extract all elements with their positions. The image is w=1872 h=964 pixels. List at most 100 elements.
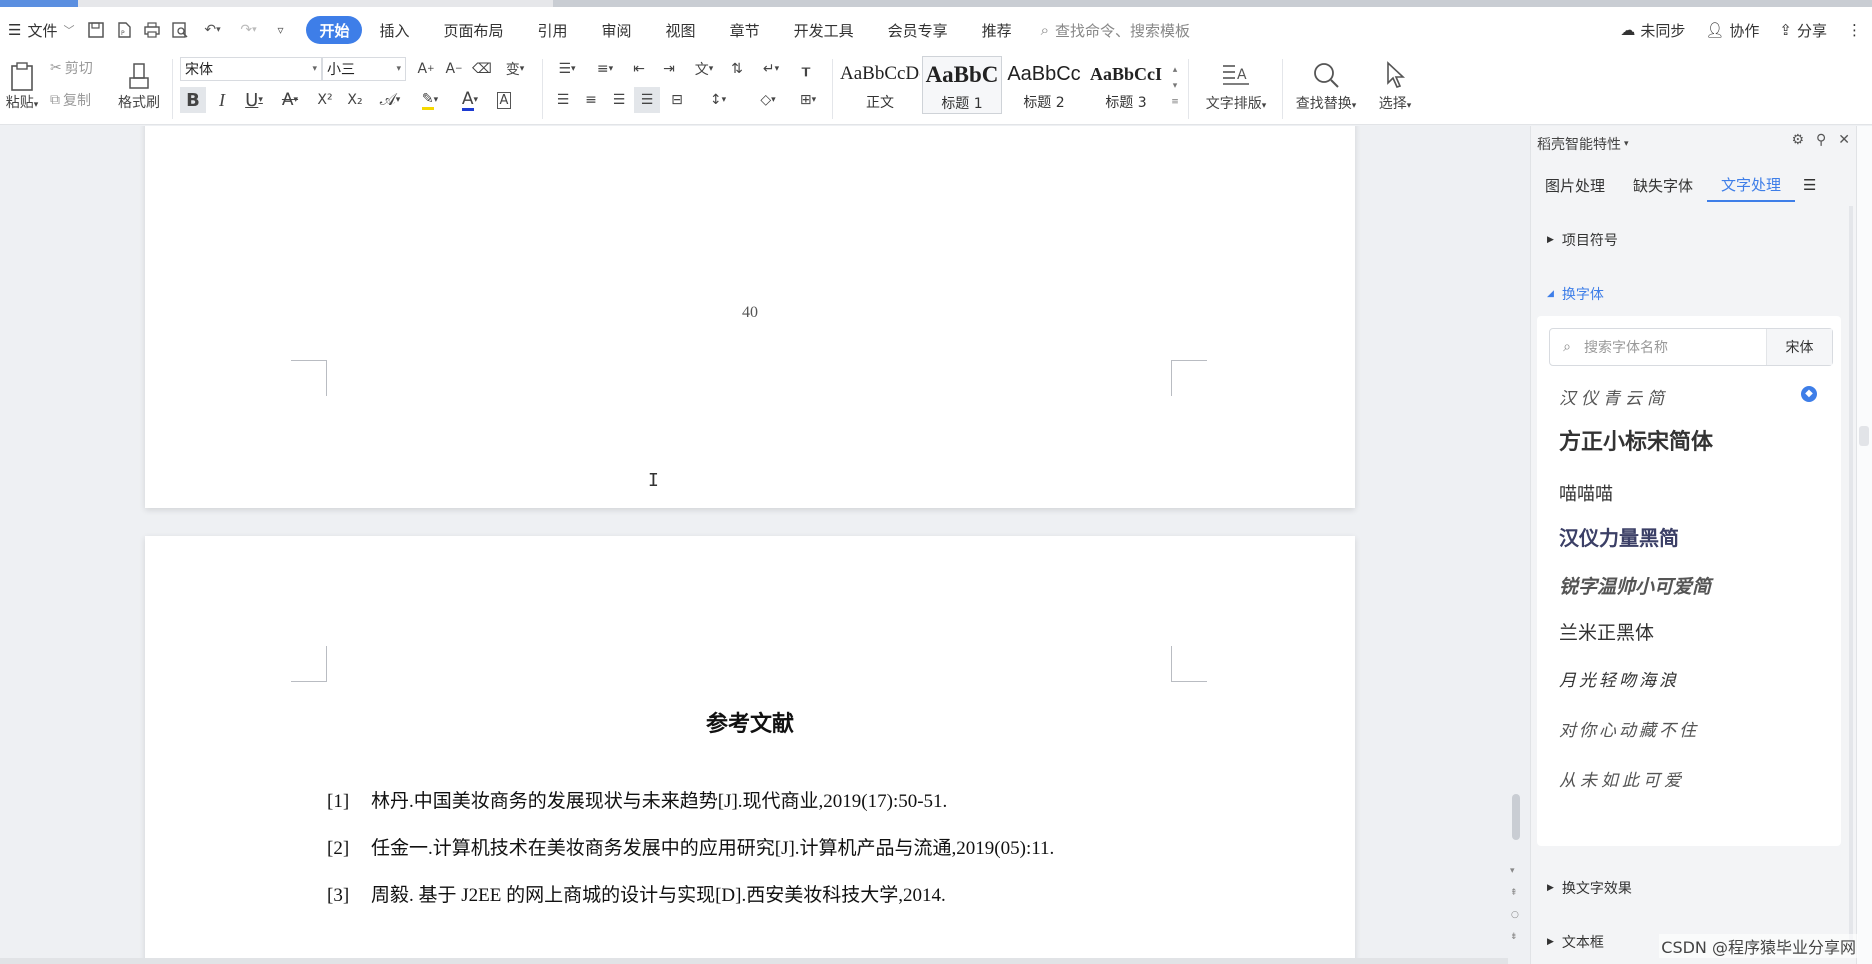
font-color-button[interactable]: A ▾: [454, 87, 486, 113]
tab-section[interactable]: 章节: [713, 16, 777, 44]
styles-scroll-icon[interactable]: ▴ ▾ ≡: [1168, 57, 1182, 115]
phonetic-guide-icon[interactable]: 变 ▾: [498, 57, 532, 81]
style-heading-3[interactable]: AaBbCcI 标题 3: [1086, 56, 1166, 114]
paste-button[interactable]: 粘贴▾: [2, 55, 42, 119]
document-scrollbar[interactable]: ▾ ⇞ ○ ⇟: [1508, 126, 1524, 964]
align-center-icon[interactable]: ≡: [578, 87, 604, 113]
font-option[interactable]: 锐字温帅小可爱简: [1559, 572, 1711, 599]
tab-references[interactable]: 引用: [521, 16, 585, 44]
style-normal[interactable]: AaBbCcDd 正文: [840, 56, 920, 114]
line-spacing-icon[interactable]: ↕ ▾: [700, 87, 736, 113]
increase-indent-icon[interactable]: ⇥: [656, 57, 682, 81]
show-marks-icon[interactable]: ↵ ▾: [754, 57, 788, 81]
copy-button[interactable]: ⧉ 复制: [50, 89, 91, 111]
text-effect-button[interactable]: 𝒜 ▾: [374, 87, 406, 113]
undo-icon[interactable]: ↶ ▾: [194, 16, 230, 44]
tab-recommend[interactable]: 推荐: [965, 16, 1029, 44]
scrollbar-thumb[interactable]: [1512, 794, 1520, 840]
tab-review[interactable]: 审阅: [585, 16, 649, 44]
clear-format-icon[interactable]: ⌫: [470, 57, 494, 81]
highlight-button[interactable]: ✎ ▾: [412, 87, 448, 113]
ruler-icon[interactable]: ┰: [792, 57, 820, 81]
document-canvas[interactable]: 40 I 参考文献 [1] 林丹.中国美妆商务的发展现状与未来趋势[J].现代商业…: [0, 126, 1508, 964]
collab-button[interactable]: 👤︎ 协作: [1705, 20, 1759, 41]
numbered-list-icon[interactable]: ≡ ▾: [588, 57, 622, 81]
bullet-list-icon[interactable]: ☰ ▾: [550, 57, 584, 81]
text-layout-button[interactable]: A 文字排版▾: [1198, 55, 1274, 119]
share-button[interactable]: ⇪ 分享: [1779, 20, 1827, 41]
pin-icon[interactable]: ⚲: [1816, 132, 1826, 148]
print-preview-icon[interactable]: [166, 16, 194, 44]
shrink-font-icon[interactable]: A −: [442, 57, 466, 81]
tab-home[interactable]: 开始: [306, 16, 363, 44]
format-painter-button[interactable]: 格式刷: [112, 55, 166, 119]
scroll-down-icon[interactable]: ▾: [1510, 866, 1515, 876]
tab-missing-fonts[interactable]: 缺失字体: [1619, 168, 1707, 202]
font-name-select[interactable]: 宋体 ▾: [180, 57, 322, 81]
save-icon[interactable]: [82, 16, 110, 44]
next-page-icon[interactable]: ⇟: [1510, 932, 1518, 942]
side-tool-icon[interactable]: [1859, 426, 1869, 446]
tab-insert[interactable]: 插入: [362, 16, 426, 44]
section-textbox[interactable]: ▶ 文本框: [1547, 932, 1604, 952]
font-option[interactable]: 方正小标宋简体: [1559, 424, 1713, 456]
char-border-button[interactable]: A: [492, 87, 516, 113]
underline-button[interactable]: U ▾: [238, 87, 270, 113]
panel-title[interactable]: 稻壳智能特性 ▾: [1537, 134, 1629, 154]
tab-text-processing[interactable]: 文字处理: [1707, 168, 1796, 202]
italic-button[interactable]: I: [210, 87, 234, 113]
export-pdf-icon[interactable]: P: [110, 16, 138, 44]
font-option[interactable]: 汉仪青云简: [1559, 384, 1669, 409]
document-page[interactable]: 参考文献 [1] 林丹.中国美妆商务的发展现状与未来趋势[J].现代商业,2019…: [145, 536, 1355, 964]
font-option[interactable]: 兰米正黑体: [1559, 618, 1654, 645]
tab-image-processing[interactable]: 图片处理: [1531, 168, 1619, 202]
panel-menu-icon[interactable]: ☰: [1795, 168, 1824, 202]
select-button[interactable]: 选择▾: [1370, 55, 1420, 119]
section-change-font[interactable]: ◢ 换字体: [1547, 284, 1604, 304]
font-option[interactable]: 对你心动藏不住: [1559, 716, 1699, 741]
font-size-select[interactable]: 小三 ▾: [322, 57, 406, 81]
tab-member[interactable]: 会员专享: [871, 16, 965, 44]
prev-page-icon[interactable]: ⇞: [1510, 888, 1518, 898]
page-select-icon[interactable]: ○: [1511, 910, 1519, 920]
style-heading-1[interactable]: AaBbC 标题 1: [922, 56, 1002, 114]
decrease-indent-icon[interactable]: ⇤: [626, 57, 652, 81]
cut-button[interactable]: ✂ 剪切: [50, 57, 93, 79]
font-option[interactable]: 月光轻吻海浪: [1559, 666, 1679, 691]
bold-button[interactable]: B: [180, 87, 206, 113]
file-menu[interactable]: ☰ 文件 ﹀: [0, 20, 82, 41]
tab-developer[interactable]: 开发工具: [777, 16, 871, 44]
tab-view[interactable]: 视图: [649, 16, 713, 44]
justify-icon[interactable]: ☰: [634, 87, 660, 113]
style-heading-2[interactable]: AaBbCc 标题 2: [1004, 56, 1084, 114]
customize-toolbar-icon[interactable]: ▿: [266, 16, 294, 44]
close-icon[interactable]: ✕: [1838, 132, 1850, 148]
font-option[interactable]: 从未如此可爱: [1559, 766, 1685, 791]
command-search[interactable]: ⌕ 查找命令、搜索模板: [1041, 20, 1190, 41]
sort-icon[interactable]: ⇅: [724, 57, 750, 81]
borders-icon[interactable]: ⊞ ▾: [790, 87, 826, 113]
distribute-icon[interactable]: ⊟: [664, 87, 690, 113]
panel-scrollbar[interactable]: [1846, 206, 1856, 946]
chinese-layout-icon[interactable]: 文 ▾: [686, 57, 722, 81]
align-left-icon[interactable]: ☰: [550, 87, 576, 113]
more-icon[interactable]: ⋮: [1847, 21, 1862, 39]
gear-icon[interactable]: ⚙: [1791, 132, 1804, 148]
superscript-button[interactable]: X²: [312, 87, 338, 113]
tab-page-layout[interactable]: 页面布局: [427, 16, 521, 44]
align-right-icon[interactable]: ☰: [606, 87, 632, 113]
redo-icon[interactable]: ↷ ▾: [230, 16, 266, 44]
sync-button[interactable]: ☁ 未同步: [1620, 20, 1685, 41]
font-option[interactable]: 喵喵喵: [1559, 480, 1613, 506]
font-option[interactable]: 汉仪力量黑简: [1559, 522, 1679, 551]
shading-icon[interactable]: ◇ ▾: [750, 87, 786, 113]
document-page[interactable]: 40 I: [145, 126, 1355, 508]
current-font[interactable]: 宋体: [1766, 329, 1832, 365]
strikethrough-button[interactable]: A ▾: [274, 87, 306, 113]
find-replace-button[interactable]: 查找替换▾: [1290, 55, 1362, 119]
subscript-button[interactable]: X₂: [342, 87, 368, 113]
section-bullets[interactable]: ▶ 项目符号: [1547, 230, 1618, 250]
grow-font-icon[interactable]: A +: [414, 57, 438, 81]
font-search-input[interactable]: ⌕ 搜索字体名称 宋体: [1549, 328, 1833, 366]
section-text-effect[interactable]: ▶ 换文字效果: [1547, 878, 1632, 898]
